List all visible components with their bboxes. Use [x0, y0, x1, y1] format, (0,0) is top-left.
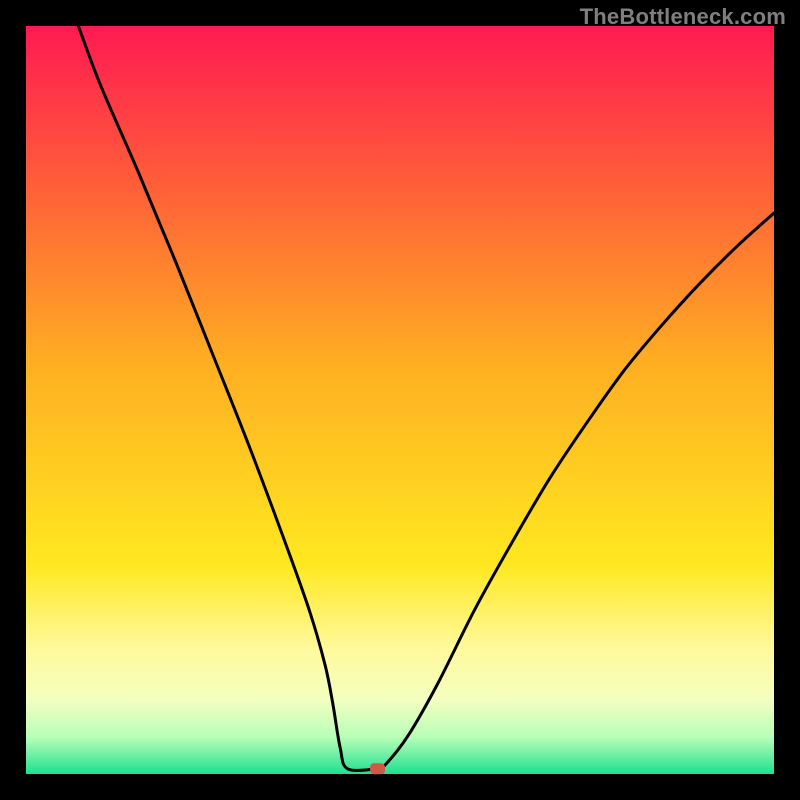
optimal-point-marker [370, 763, 385, 774]
watermark-text: TheBottleneck.com [580, 4, 786, 30]
plot-background [26, 26, 774, 774]
bottleneck-chart [0, 0, 800, 800]
chart-container: TheBottleneck.com [0, 0, 800, 800]
